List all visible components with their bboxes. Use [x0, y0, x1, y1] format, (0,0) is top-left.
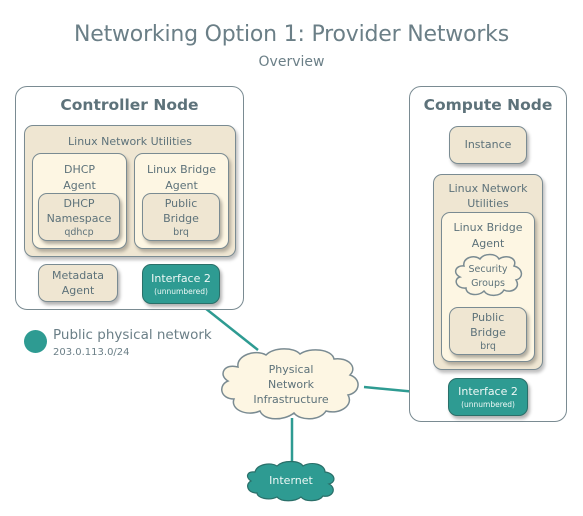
public-bridge-label-2: Bridge	[470, 326, 506, 339]
security-groups-label-2: Groups	[471, 278, 505, 289]
utilities-label-2: Utilities	[467, 197, 509, 210]
public-bridge-label-1: Public	[471, 311, 505, 324]
dhcp-namespace-label-1: DHCP	[63, 197, 95, 210]
compute-interface-2: Interface 2 (unnumbered)	[448, 378, 528, 416]
controller-node-title: Controller Node	[60, 96, 199, 114]
dhcp-namespace-label-3: qdhcp	[64, 227, 94, 238]
legend-teal-dot	[24, 330, 47, 353]
diagram-title: Networking Option 1: Provider Networks	[74, 22, 509, 47]
physical-network-label-1: Physical	[268, 363, 314, 376]
interface-sublabel: (unnumbered)	[154, 287, 208, 296]
bridge-agent-label-2: Agent	[165, 179, 198, 192]
metadata-agent: Metadata Agent	[38, 264, 118, 302]
interface-label: Interface 2	[458, 385, 518, 398]
dhcp-namespace: DHCP Namespace qdhcp	[38, 193, 120, 241]
dhcp-agent-label-1: DHCP	[63, 163, 96, 176]
bridge-agent-label-1: Linux Bridge	[453, 221, 523, 234]
diagram-subtitle: Overview	[258, 54, 325, 70]
metadata-agent-label-2: Agent	[61, 284, 95, 297]
physical-network-label-2: Network	[268, 378, 314, 391]
public-bridge-label-2: Bridge	[163, 212, 199, 225]
public-bridge-label-3: brq	[480, 341, 496, 352]
public-bridge-label-3: brq	[173, 227, 189, 238]
compute-public-bridge: Public Bridge brq	[449, 307, 527, 355]
compute-node-title: Compute Node	[423, 96, 553, 114]
interface-sublabel: (unnumbered)	[461, 400, 515, 409]
instance: Instance	[449, 126, 527, 164]
controller-public-bridge: Public Bridge brq	[142, 193, 220, 241]
utilities-label: Linux Network Utilities	[68, 135, 192, 148]
internet-label: Internet	[269, 474, 313, 487]
public-bridge-label-1: Public	[164, 197, 198, 210]
instance-label: Instance	[464, 138, 512, 151]
legend-subnet: 203.0.113.0/24	[53, 347, 130, 358]
legend-label: Public physical network	[53, 327, 212, 343]
interface-label: Interface 2	[151, 272, 211, 285]
bridge-agent-label-2: Agent	[471, 237, 505, 250]
link-controller-interface-physical	[204, 307, 259, 351]
dhcp-agent-label-2: Agent	[63, 179, 96, 192]
metadata-agent-label-1: Metadata	[51, 269, 105, 282]
physical-network-label-3: Infrastructure	[253, 393, 329, 406]
dhcp-namespace-label-2: Namespace	[46, 212, 112, 225]
utilities-label-1: Linux Network	[448, 182, 528, 195]
bridge-agent-label-1: Linux Bridge	[147, 163, 216, 176]
controller-interface-2: Interface 2 (unnumbered)	[142, 264, 220, 304]
security-groups-label-1: Security	[468, 264, 508, 275]
